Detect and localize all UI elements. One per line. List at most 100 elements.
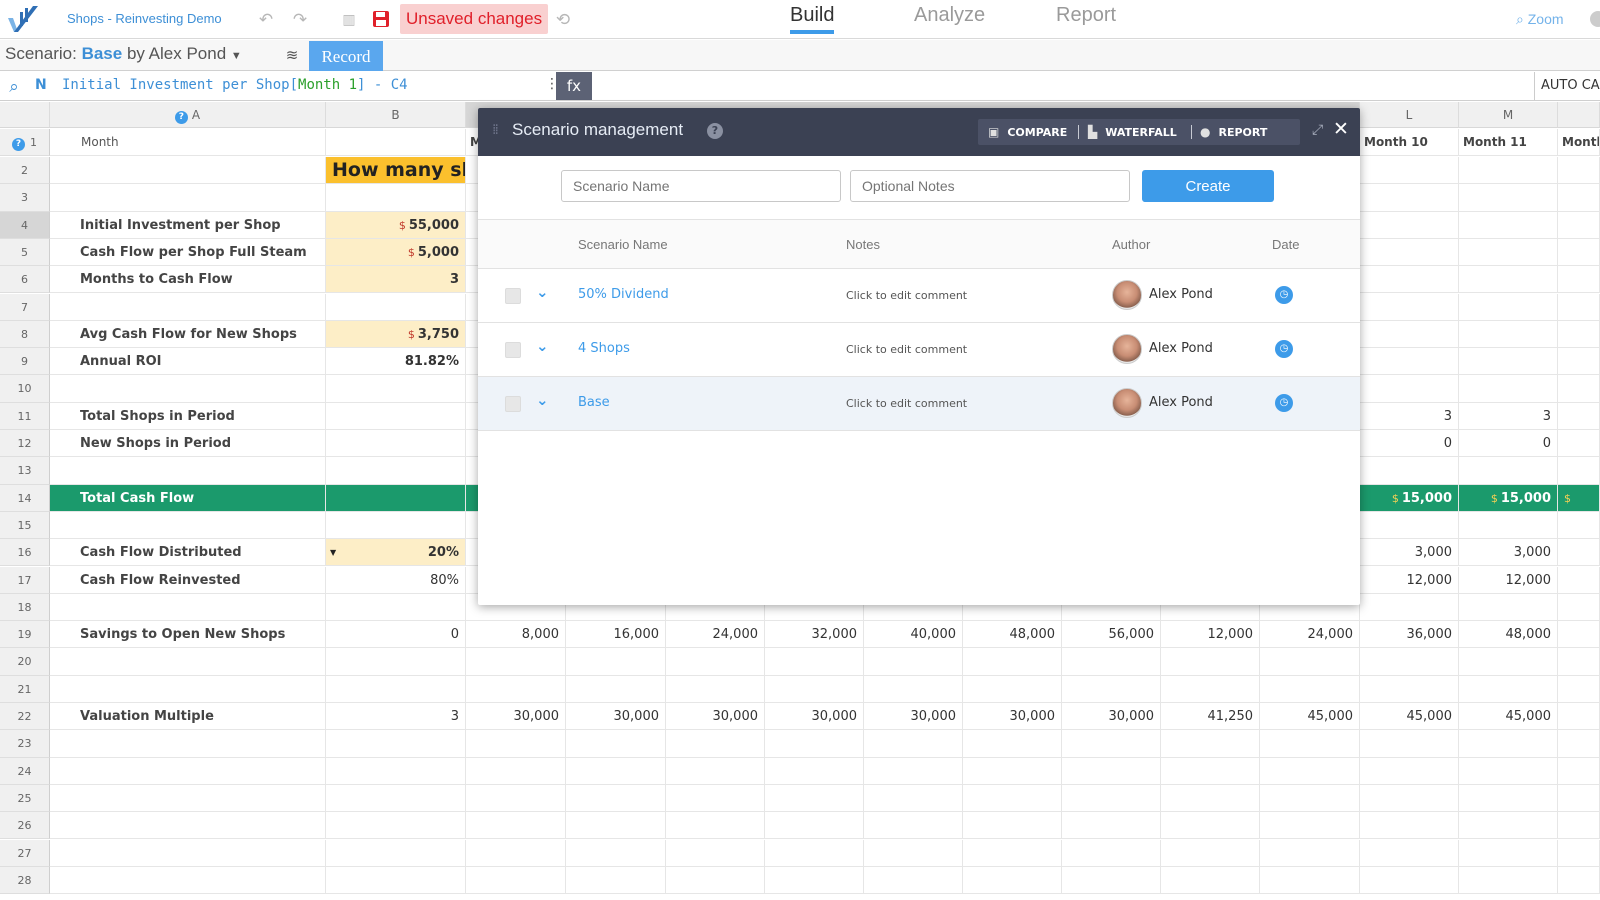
cell[interactable] bbox=[1459, 211, 1558, 239]
cell[interactable] bbox=[1360, 730, 1459, 758]
name-mode-toggle[interactable]: N bbox=[35, 77, 47, 93]
save-icon[interactable] bbox=[372, 10, 390, 28]
formula-input[interactable]: Initial Investment per Shop[Month 1] - C… bbox=[62, 77, 408, 93]
cell[interactable] bbox=[1161, 812, 1260, 840]
scenario-name-link[interactable]: Base bbox=[578, 395, 610, 410]
cell[interactable] bbox=[1360, 593, 1459, 622]
cell[interactable] bbox=[1558, 839, 1600, 867]
cell[interactable] bbox=[1459, 457, 1558, 485]
banner-cell[interactable]: How many sh bbox=[326, 157, 466, 185]
cell[interactable] bbox=[1360, 648, 1459, 676]
row-header[interactable]: 27 bbox=[0, 839, 50, 867]
cell[interactable] bbox=[1062, 784, 1161, 813]
cell[interactable] bbox=[466, 648, 566, 676]
cell[interactable] bbox=[1260, 757, 1360, 785]
cell[interactable] bbox=[326, 430, 466, 458]
cell[interactable] bbox=[566, 675, 666, 703]
cell[interactable] bbox=[1360, 457, 1459, 485]
clock-icon[interactable]: ◷ bbox=[1275, 340, 1293, 358]
document-title[interactable]: Shops - Reinvesting Demo bbox=[67, 11, 222, 26]
cell[interactable] bbox=[466, 812, 566, 840]
cell[interactable] bbox=[1062, 675, 1161, 703]
column-header-a[interactable]: ? A bbox=[50, 102, 326, 128]
cell[interactable] bbox=[864, 784, 963, 813]
cell[interactable] bbox=[326, 457, 466, 485]
cell[interactable]: 12,000 bbox=[1161, 621, 1260, 649]
layers-icon[interactable]: ≋ bbox=[280, 43, 304, 67]
cell[interactable]: 16,000 bbox=[566, 621, 666, 649]
cell[interactable] bbox=[765, 648, 864, 676]
cell[interactable] bbox=[1161, 730, 1260, 758]
cell[interactable] bbox=[466, 675, 566, 703]
row-header[interactable]: 14 bbox=[0, 484, 50, 512]
chevron-down-icon[interactable]: ⌄ bbox=[536, 391, 549, 409]
cell[interactable] bbox=[50, 784, 326, 813]
app-logo-icon[interactable] bbox=[4, 4, 44, 36]
cell[interactable]: 12,000 bbox=[1459, 566, 1558, 594]
help-icon[interactable]: ? bbox=[174, 111, 188, 124]
cell[interactable] bbox=[50, 375, 326, 403]
header-cell-month-12[interactable]: Month bbox=[1558, 129, 1600, 156]
dropdown-icon[interactable]: ▼ bbox=[330, 539, 336, 565]
cell[interactable] bbox=[326, 484, 466, 512]
cell[interactable] bbox=[1161, 784, 1260, 813]
cell[interactable] bbox=[1360, 211, 1459, 239]
cell[interactable] bbox=[326, 184, 466, 212]
cell[interactable] bbox=[1459, 866, 1558, 895]
cell[interactable] bbox=[1161, 866, 1260, 895]
column-header-n[interactable] bbox=[1558, 102, 1600, 128]
zoom-button[interactable]: ⌕ Zoom bbox=[1516, 11, 1564, 28]
row-label[interactable]: Months to Cash Flow bbox=[50, 266, 326, 294]
cell[interactable] bbox=[326, 129, 466, 156]
cell[interactable] bbox=[50, 757, 326, 785]
row-header[interactable]: 13 bbox=[0, 457, 50, 485]
excel-icon[interactable]: ▥ bbox=[339, 10, 359, 30]
column-header-author[interactable]: Author bbox=[1112, 237, 1150, 252]
cell[interactable] bbox=[1558, 866, 1600, 895]
cell[interactable] bbox=[963, 730, 1062, 758]
row-header[interactable]: 25 bbox=[0, 784, 50, 813]
cell[interactable] bbox=[864, 648, 963, 676]
cell[interactable] bbox=[1558, 348, 1600, 376]
cell[interactable]: 30,000 bbox=[765, 703, 864, 731]
row-checkbox[interactable] bbox=[505, 396, 521, 412]
row-label[interactable]: Initial Investment per Shop bbox=[50, 211, 326, 239]
cell[interactable]: 80% bbox=[326, 566, 466, 594]
cell[interactable] bbox=[326, 293, 466, 321]
cell[interactable]: $5,000 bbox=[326, 238, 466, 267]
cell[interactable] bbox=[1360, 784, 1459, 813]
optional-notes-input[interactable] bbox=[850, 170, 1130, 202]
tab-analyze[interactable]: Analyze bbox=[914, 4, 985, 27]
cell[interactable]: 8,000 bbox=[466, 621, 566, 649]
cell[interactable] bbox=[864, 839, 963, 867]
clock-icon[interactable]: ◷ bbox=[1275, 394, 1293, 412]
row-label[interactable]: Avg Cash Flow for New Shops bbox=[50, 320, 326, 349]
history-icon[interactable]: ⟲ bbox=[553, 10, 573, 30]
create-button[interactable]: Create bbox=[1142, 170, 1274, 202]
cell[interactable]: 30,000 bbox=[963, 703, 1062, 731]
cell[interactable] bbox=[666, 757, 765, 785]
row-header[interactable]: 11 bbox=[0, 402, 50, 430]
scenario-selector[interactable]: Scenario: Base by Alex Pond ▼ bbox=[5, 44, 242, 64]
cell[interactable] bbox=[466, 839, 566, 867]
row-label[interactable]: Valuation Multiple bbox=[50, 703, 326, 731]
clock-icon[interactable]: ◷ bbox=[1275, 286, 1293, 304]
cell[interactable] bbox=[864, 866, 963, 895]
cell[interactable] bbox=[50, 457, 326, 485]
row-header[interactable]: 23 bbox=[0, 730, 50, 758]
cell[interactable]: 41,250 bbox=[1161, 703, 1260, 731]
chevron-down-icon[interactable]: ⌄ bbox=[536, 337, 549, 355]
row-header[interactable]: 5 bbox=[0, 238, 50, 267]
cell[interactable] bbox=[1459, 238, 1558, 267]
table-row[interactable]: ⌄ Base Click to edit comment Alex Pond ◷ bbox=[478, 377, 1360, 431]
cell[interactable] bbox=[963, 866, 1062, 895]
drag-handle-icon[interactable]: ⁞⁞ bbox=[492, 122, 499, 138]
cell[interactable] bbox=[566, 866, 666, 895]
help-icon[interactable]: ? bbox=[12, 138, 25, 151]
search-icon[interactable]: ⌕ bbox=[3, 76, 25, 98]
cell[interactable] bbox=[50, 593, 326, 622]
cell[interactable] bbox=[765, 757, 864, 785]
expand-icon[interactable]: ⤢ bbox=[1312, 122, 1323, 138]
row-header[interactable]: 26 bbox=[0, 812, 50, 840]
cell[interactable] bbox=[326, 784, 466, 813]
